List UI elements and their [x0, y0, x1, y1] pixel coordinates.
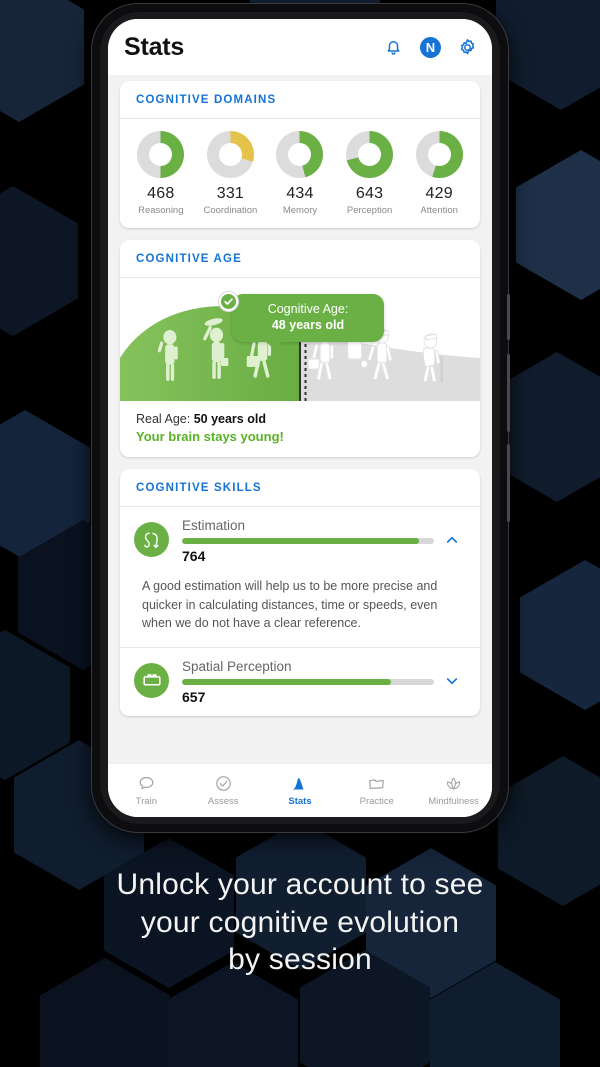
donut-chart: [415, 131, 463, 178]
skill-row[interactable]: Estimation 764: [120, 507, 480, 575]
real-age-row: Real Age: 50 years old: [136, 412, 464, 426]
nav-item-stats[interactable]: Stats: [262, 774, 339, 807]
chevron-down-icon[interactable]: [444, 673, 466, 689]
cognitive-skills-card: COGNITIVE SKILLS Estimation 764 A good est…: [120, 469, 480, 716]
header-actions: N: [383, 36, 478, 58]
real-age-value: 50 years old: [193, 412, 266, 426]
donut-chart: [206, 131, 254, 178]
cognitive-domain-coordination[interactable]: 331 Coordination: [196, 131, 266, 216]
brand-logo-icon[interactable]: N: [420, 36, 441, 58]
skill-description: A good estimation will help us to be mor…: [142, 579, 438, 630]
nav-label: Stats: [288, 796, 312, 807]
settings-gear-icon[interactable]: [457, 37, 478, 58]
donut-chart: [137, 131, 185, 178]
nav-item-train[interactable]: Train: [108, 774, 185, 807]
chevron-up-icon[interactable]: [444, 532, 466, 548]
cognitive-skills-title: COGNITIVE SKILLS: [120, 469, 480, 507]
skill-score: 764: [182, 548, 206, 564]
donut-chart: [276, 131, 324, 178]
promo-caption-line-1: Unlock your account to see: [116, 868, 484, 901]
cognitive-age-summary: Real Age: 50 years old Your brain stays …: [120, 401, 480, 457]
bottom-navigation: Train Assess Stats Practice Mindfulness: [108, 763, 492, 817]
skill-score: 657: [182, 688, 206, 705]
nav-label: Practice: [359, 796, 394, 807]
cognitive-age-tooltip-label: Cognitive Age:: [267, 302, 349, 317]
domain-label: Coordination: [203, 205, 258, 216]
domain-score: 468: [147, 185, 175, 202]
skill-info: Estimation 764: [169, 518, 444, 564]
phone-frame: Stats N COGNITIVE DOMAINS 468 Reasoning …: [92, 4, 510, 832]
skill-progress-bar: [182, 538, 434, 544]
brand-logo-letter: N: [425, 39, 436, 55]
skill-row[interactable]: Spatial Perception 657: [120, 648, 480, 716]
skill-name: Spatial Perception: [182, 658, 292, 674]
skill-info: Spatial Perception 657: [169, 659, 444, 705]
cognitive-age-tooltip: Cognitive Age: 48 years old: [232, 294, 384, 342]
peaks-chart-icon: [290, 774, 309, 793]
domain-label: Reasoning: [138, 205, 184, 216]
cognitive-age-tooltip-value: 48 years old: [271, 318, 345, 332]
check-circle-icon: [214, 774, 233, 793]
speech-bubble-icon: [137, 774, 156, 793]
nav-label: Train: [135, 796, 158, 807]
domain-label: Perception: [346, 205, 393, 216]
page-title: Stats: [124, 32, 185, 61]
promo-caption-line-2: your cognitive evolution: [140, 905, 460, 939]
domain-score: 434: [286, 185, 314, 202]
cognitive-age-check-icon: [219, 292, 238, 311]
nav-item-assess[interactable]: Assess: [185, 774, 262, 807]
nav-label: Assess: [207, 796, 239, 807]
cognitive-age-illustration: Cognitive Age: 48 years old: [120, 278, 480, 401]
stats-scroll-area[interactable]: COGNITIVE DOMAINS 468 Reasoning 331 Coordin…: [108, 75, 492, 763]
notifications-bell-icon[interactable]: [383, 37, 404, 58]
cognitive-age-card: COGNITIVE AGE Cognitive Age: 48 years ol…: [120, 240, 480, 457]
nav-label: Mindfulness: [428, 796, 479, 807]
estimation-curve-icon: [134, 522, 169, 557]
donut-chart: [346, 131, 394, 178]
folder-icon: [367, 774, 386, 793]
cognitive-domain-memory[interactable]: 434 Memory: [265, 131, 335, 216]
skill-progress-bar: [182, 678, 434, 685]
cognitive-domain-reasoning[interactable]: 468 Reasoning: [126, 131, 196, 216]
real-age-label: Real Age:: [136, 412, 191, 426]
screenshot-root: Stats N COGNITIVE DOMAINS 468 Reasoning …: [0, 0, 600, 1067]
promo-caption: Unlock your account to see your cognitiv…: [0, 866, 600, 979]
cognitive-domains-list: 468 Reasoning 331 Coordination 434 Memory 643 P…: [120, 119, 480, 228]
brain-age-message: Your brain stays young!: [136, 429, 284, 444]
domain-label: Memory: [282, 205, 318, 216]
cognitive-domain-perception[interactable]: 643 Perception: [335, 131, 405, 216]
nav-item-practice[interactable]: Practice: [338, 774, 415, 807]
cognitive-skills-list: Estimation 764 A good estimation will help…: [120, 507, 480, 716]
nav-item-mindfulness[interactable]: Mindfulness: [415, 774, 492, 807]
cognitive-domains-card: COGNITIVE DOMAINS 468 Reasoning 331 Coordin…: [120, 81, 480, 228]
domain-label: Attention: [420, 205, 458, 216]
cognitive-age-title: COGNITIVE AGE: [120, 240, 480, 278]
phone-screen: Stats N COGNITIVE DOMAINS 468 Reasoning …: [108, 19, 492, 817]
building-block-icon: [134, 662, 169, 698]
promo-caption-line-3: by session: [228, 943, 372, 976]
lotus-icon: [444, 774, 463, 793]
app-header: Stats N: [108, 19, 492, 75]
cognitive-domains-title: COGNITIVE DOMAINS: [120, 81, 480, 119]
domain-score: 643: [355, 185, 384, 202]
domain-score: 429: [425, 185, 453, 202]
cognitive-domain-attention[interactable]: 429 Attention: [404, 131, 474, 216]
domain-score: 331: [216, 185, 245, 202]
skill-name: Estimation: [182, 518, 246, 533]
